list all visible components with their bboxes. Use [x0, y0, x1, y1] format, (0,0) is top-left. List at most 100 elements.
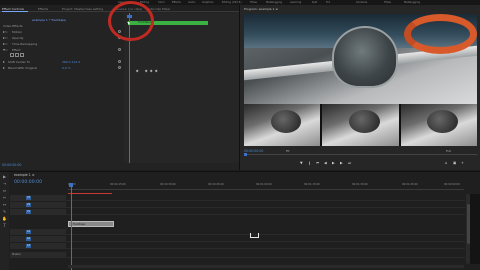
reset-icon[interactable]	[118, 47, 121, 51]
workspace-metalogging[interactable]: Metalogging	[266, 1, 282, 4]
ruler-tick: 00:02:00:00	[444, 183, 460, 186]
track-target[interactable]: A1	[26, 230, 31, 234]
track-a1[interactable]: A1	[10, 229, 465, 235]
program-monitor-title[interactable]: Program: example 1 ≡	[244, 7, 278, 11]
fx-badge-icon[interactable]: fx	[5, 36, 8, 40]
fx-badge-icon[interactable]: fx	[5, 48, 8, 52]
keyframe-icon[interactable]	[149, 69, 153, 73]
workspace-effects[interactable]: Effects	[172, 1, 181, 4]
track-v3[interactable]: V3	[10, 195, 465, 201]
track-target[interactable]: V1	[26, 210, 31, 214]
timeline-tab[interactable]: example 1 ≡	[14, 173, 34, 177]
program-video-frame[interactable]	[244, 14, 477, 146]
ruler-tick: 00:00:45:00	[208, 183, 224, 186]
reset-icon[interactable]	[118, 65, 121, 69]
mask-tools	[10, 53, 25, 58]
hand-tool-icon[interactable]: ✋	[2, 216, 7, 221]
ripple-edit-tool-icon[interactable]: ⇔	[2, 188, 7, 193]
rect-mask-icon[interactable]	[15, 53, 19, 57]
tab-effects[interactable]: Effects	[38, 7, 48, 11]
workspace-color[interactable]: Color	[158, 1, 165, 4]
track-target[interactable]: V2	[26, 203, 31, 207]
type-tool-icon[interactable]: T	[2, 223, 7, 228]
sequence-label[interactable]: example 1 * Tracktape	[32, 18, 66, 22]
fx-badge-icon[interactable]: fx	[5, 42, 8, 46]
audio-meters	[470, 194, 480, 264]
track-target[interactable]: V3	[26, 196, 31, 200]
go-to-in-icon[interactable]: ⏮	[316, 161, 320, 165]
step-forward-icon[interactable]: ▶	[340, 161, 344, 165]
keyframe-icon[interactable]	[144, 69, 148, 73]
property-row-motion[interactable]: fx Motion	[0, 29, 124, 34]
workspace-audio[interactable]: Audio	[188, 1, 195, 4]
program-playhead[interactable]	[244, 153, 247, 156]
timeline-playhead-line[interactable]	[70, 186, 72, 270]
add-marker-icon[interactable]: ▼	[300, 161, 304, 165]
edit-cursor-icon	[250, 233, 259, 238]
fx-badge-icon[interactable]: fx	[5, 30, 8, 34]
zoom-select[interactable]: Fit	[286, 149, 290, 153]
workspace-metalogging-2[interactable]: Metalogging	[404, 1, 420, 4]
compare-view-icon[interactable]: ▣	[453, 161, 457, 165]
workspace-titles-2[interactable]: Titles	[384, 1, 391, 4]
shift-center-value[interactable]: 360.0 212.0	[62, 60, 80, 64]
keyframe-icon[interactable]	[154, 69, 158, 73]
track-v1[interactable]: V1	[10, 209, 465, 215]
tab-project[interactable]: Project: Masterclass setting	[62, 7, 103, 11]
track-header: V1	[10, 209, 66, 215]
track-a2[interactable]: A2	[10, 236, 465, 242]
workspace-libraries[interactable]: Libraries	[356, 1, 367, 4]
track-select-tool-icon[interactable]: →	[2, 181, 7, 186]
property-row-opacity[interactable]: fx Opacity	[0, 35, 124, 40]
effect-controls-timecode[interactable]: 00:00:00:00	[2, 163, 21, 167]
clip-label: Tracktape	[73, 223, 86, 226]
track-header: A3	[10, 243, 66, 249]
workspace-titles[interactable]: Titles	[250, 1, 257, 4]
track-master[interactable]: Master	[10, 252, 465, 258]
effect-controls-timeline[interactable]: Tracktape	[108, 1, 239, 163]
workspace-editing-cs55[interactable]: Editing (CS5.5)	[222, 1, 241, 4]
go-to-out-icon[interactable]: ⏭	[348, 161, 352, 165]
razor-tool-icon[interactable]: ✂	[2, 195, 7, 200]
mask-tools-row	[0, 53, 124, 58]
stopwatch-icon[interactable]	[3, 60, 5, 63]
timeline-horizontal-scrollbar[interactable]	[68, 265, 464, 268]
video-effects-heading: Video Effects	[3, 23, 23, 28]
keyframe-icon[interactable]	[135, 69, 139, 73]
ruler-tick: 00:00:30:00	[160, 183, 176, 186]
slip-tool-icon[interactable]: ↔	[2, 202, 7, 207]
track-target[interactable]: A3	[26, 244, 31, 248]
pen-tool-icon[interactable]: ✎	[2, 209, 7, 214]
workspace-graphics[interactable]: Graphics	[202, 1, 213, 4]
work-area-bar[interactable]	[68, 193, 112, 194]
quality-select[interactable]: Full	[446, 149, 451, 153]
compass-dome	[332, 26, 398, 88]
property-row-effect[interactable]: fx Effect	[0, 47, 124, 52]
ellipse-mask-icon[interactable]	[10, 53, 14, 57]
step-back-icon[interactable]: ◀	[324, 161, 328, 165]
timeline-timecode[interactable]: 00:00:00:00	[14, 180, 42, 185]
property-label-effect: Effect	[12, 47, 21, 52]
workspace-tot[interactable]: Tot	[326, 1, 330, 4]
property-row-blend[interactable]: Blend With Original 0.0 %	[0, 65, 124, 70]
timeline-clip[interactable]: Tracktape	[68, 221, 114, 227]
program-ruler[interactable]	[244, 154, 477, 155]
export-frame-icon[interactable]: ⌂	[445, 161, 449, 165]
timeline-ruler[interactable]: 00:00 00:00:15:00 00:00:30:00 00:00:45:0…	[68, 183, 464, 190]
main-video-image	[244, 14, 477, 104]
reset-icon[interactable]	[118, 59, 121, 63]
property-row-shift-center[interactable]: Shift Center To 360.0 212.0	[0, 59, 124, 64]
track-a3[interactable]: A3	[10, 243, 465, 249]
stopwatch-icon[interactable]	[3, 66, 5, 69]
play-icon[interactable]: ▶	[332, 161, 336, 165]
pen-mask-icon[interactable]	[20, 53, 24, 57]
button-editor-icon[interactable]: +	[461, 161, 465, 165]
mark-in-icon[interactable]: ❙	[308, 161, 312, 165]
workspace-text[interactable]: text	[312, 1, 317, 4]
track-v2[interactable]: V2	[10, 202, 465, 208]
selection-tool-icon[interactable]: ▶	[2, 174, 7, 179]
track-target[interactable]: A2	[26, 237, 31, 241]
property-row-time-remapping[interactable]: fx Time Remapping	[0, 41, 124, 46]
blend-value[interactable]: 0.0 %	[62, 66, 71, 70]
workspace-learning[interactable]: Learning	[290, 1, 301, 4]
